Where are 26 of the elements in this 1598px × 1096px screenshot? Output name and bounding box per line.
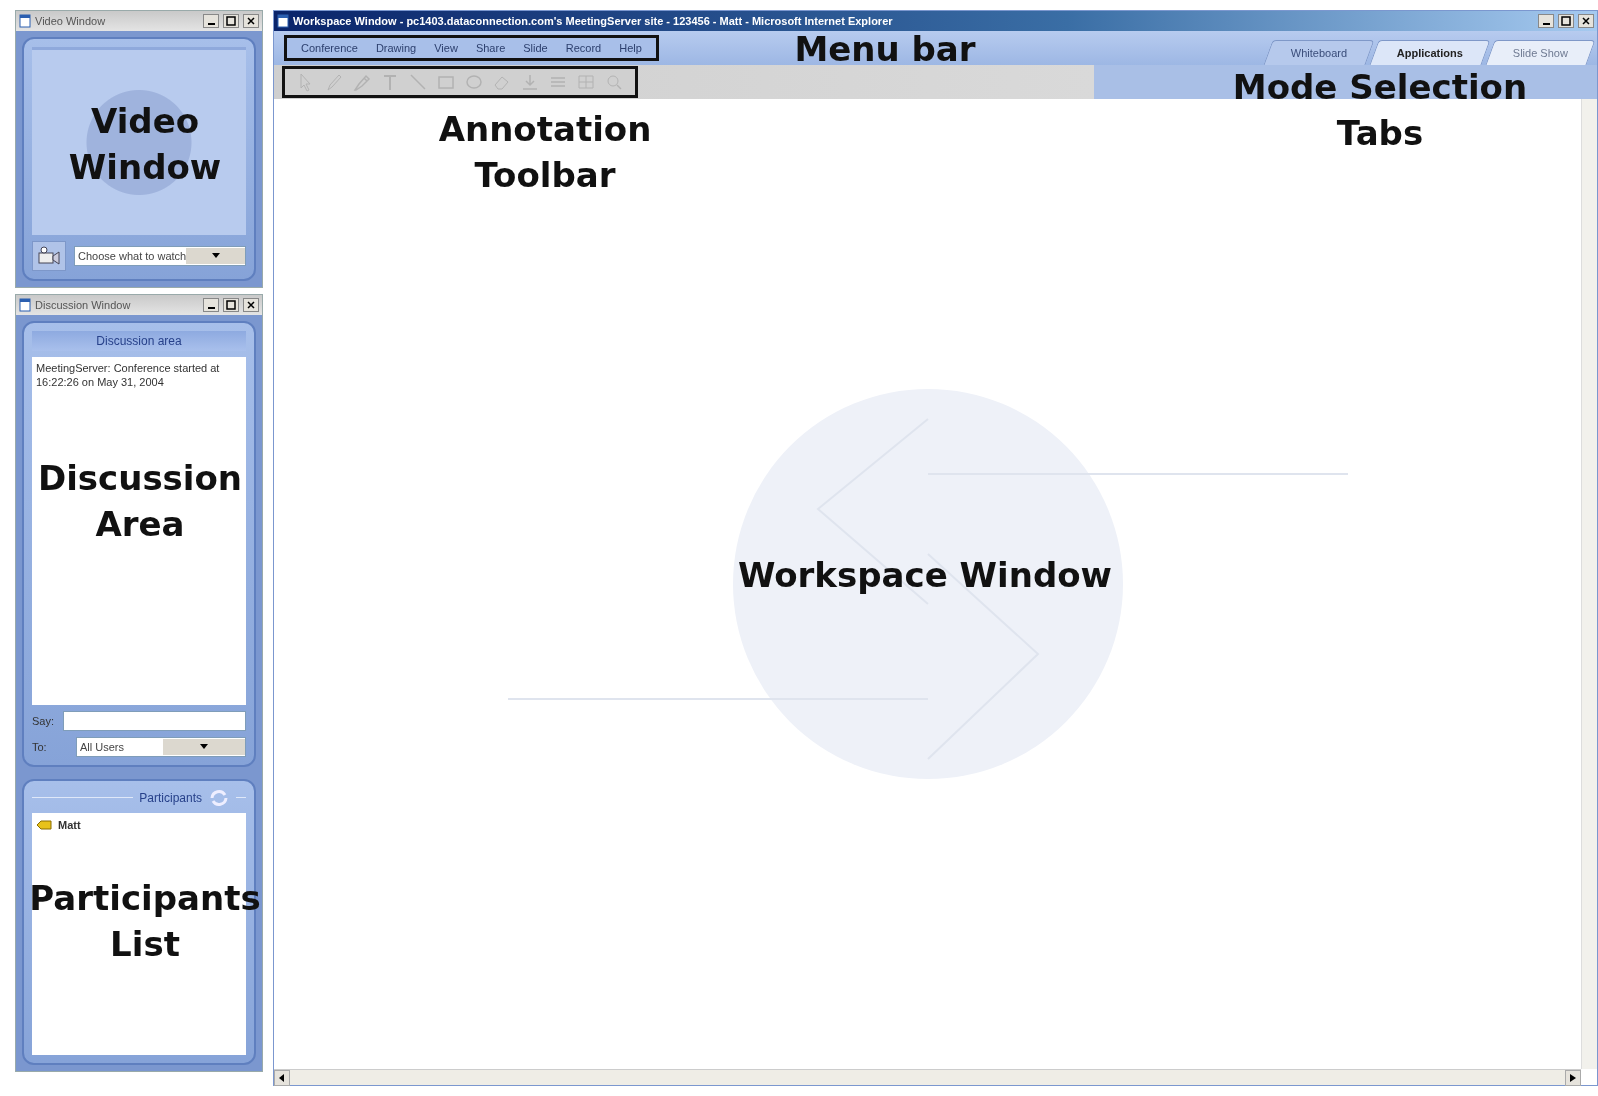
- annotation-label: Discussion Area: [36, 457, 244, 546]
- annotation-label: Video Window: [67, 100, 223, 189]
- menu-item[interactable]: Help: [613, 42, 648, 54]
- mode-tab[interactable]: Whiteboard: [1263, 40, 1375, 65]
- annotation-label: Mode Selection Tabs: [1231, 66, 1529, 155]
- recipient-label: To:: [32, 740, 48, 753]
- window-title: Discussion Window: [35, 299, 132, 311]
- section-header: Participants: [139, 790, 202, 805]
- menu-item[interactable]: Slide: [517, 42, 554, 54]
- window-title: Video Window: [35, 15, 107, 27]
- menu-item[interactable]: Record: [559, 42, 608, 54]
- menu-item[interactable]: Drawing: [369, 42, 423, 54]
- menu-item[interactable]: View: [428, 42, 464, 54]
- say-label: Say:: [32, 714, 55, 727]
- annotation-label: Annotation Toolbar: [437, 108, 653, 197]
- source-dropdown[interactable]: Choose what to watch: [74, 246, 246, 266]
- window-title: Workspace Window - pc1403.dataconnection.com's MeetingServer site - 123456 - Matt - Microsoft Internet Explorer: [293, 15, 894, 27]
- recipient-dropdown[interactable]: All Users: [76, 736, 246, 757]
- section-header: Discussion area: [32, 331, 246, 351]
- chat-message: MeetingServer: Conference started at 16:22:26 on May 31, 2004: [36, 361, 221, 389]
- annotation-label: Workspace Window: [736, 554, 1114, 597]
- menu-item[interactable]: Conference: [295, 42, 364, 54]
- participant-name[interactable]: Matt: [58, 818, 81, 831]
- menu-item[interactable]: Share: [469, 42, 512, 54]
- annotation-label: Menu bar: [793, 28, 977, 71]
- mode-tab[interactable]: Applications: [1369, 40, 1491, 65]
